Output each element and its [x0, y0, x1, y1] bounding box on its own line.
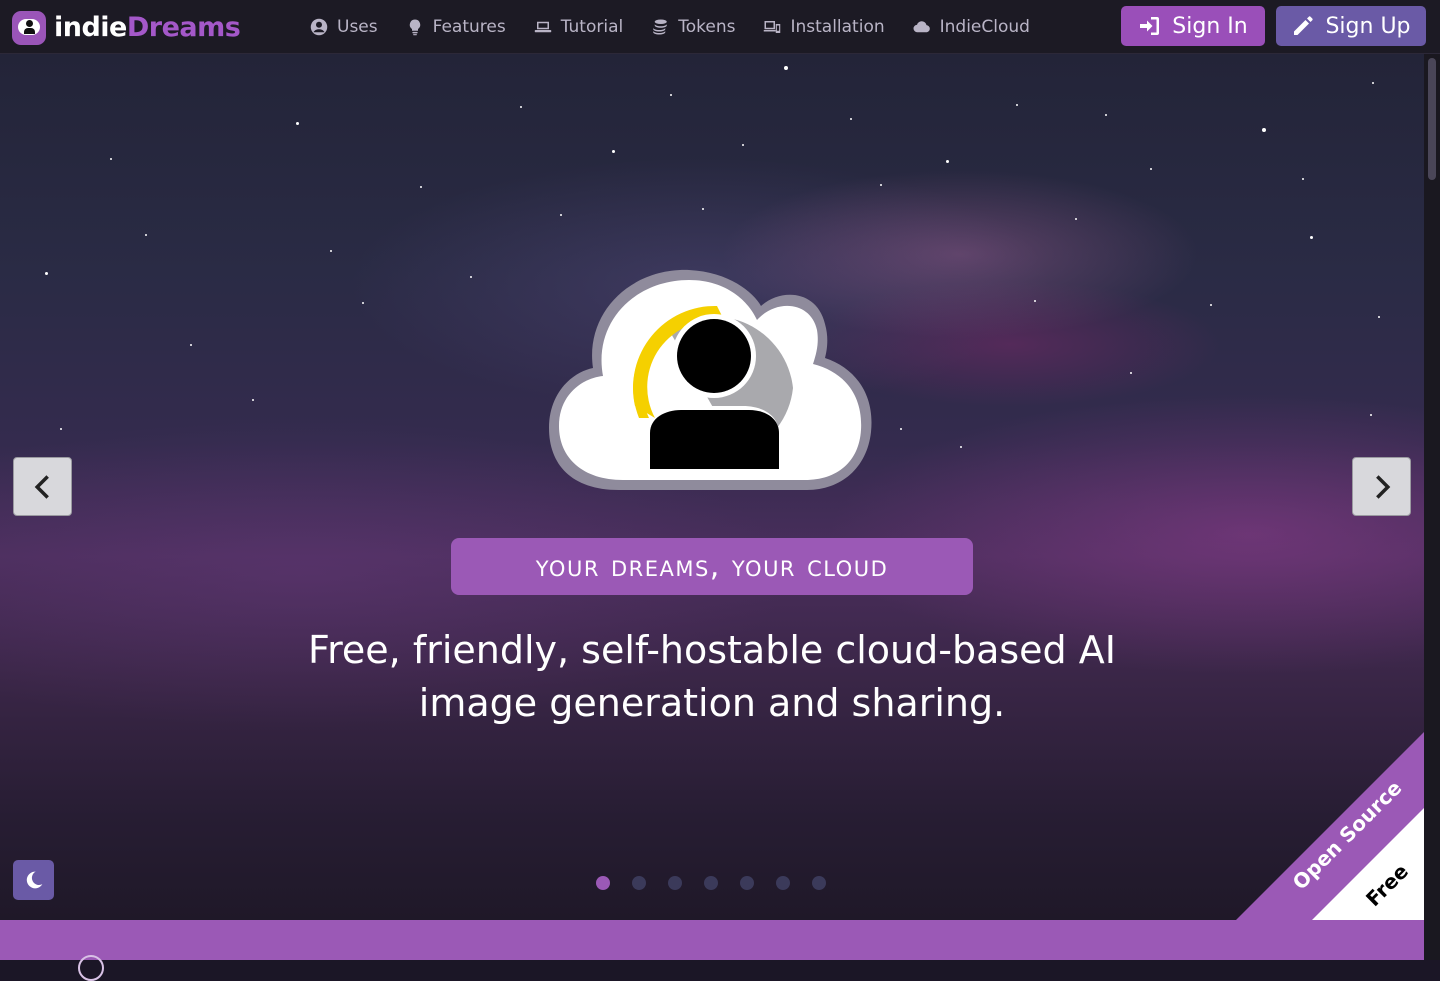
- carousel-dot[interactable]: [776, 876, 790, 890]
- carousel-dot[interactable]: [632, 876, 646, 890]
- carousel-dot[interactable]: [704, 876, 718, 890]
- nav-item-installation[interactable]: Installation: [763, 17, 885, 37]
- moon-icon: [26, 871, 42, 889]
- nav-item-label: Uses: [337, 17, 378, 37]
- carousel-next-button[interactable]: [1352, 457, 1411, 516]
- carousel-dot[interactable]: [596, 876, 610, 890]
- hero-tagline: Your Dreams, Your Cloud: [451, 538, 973, 595]
- sign-in-label: Sign In: [1172, 13, 1248, 39]
- brand-logo[interactable]: indieDreams: [12, 8, 241, 48]
- nav-item-label: Features: [432, 17, 506, 37]
- carousel-prev-button[interactable]: [13, 457, 72, 516]
- section-icon: [78, 955, 104, 981]
- sign-up-button[interactable]: Sign Up: [1276, 6, 1426, 46]
- lightbulb-icon: [406, 18, 424, 36]
- laptop-icon: [534, 18, 552, 36]
- brand-name-part2: Dreams: [126, 12, 241, 43]
- nav-item-label: Installation: [790, 17, 885, 37]
- sign-in-icon: [1140, 17, 1160, 35]
- brand-name-part1: indie: [54, 12, 127, 43]
- nav-links: Uses Features Tutorial Tokens Installati…: [310, 0, 1058, 54]
- carousel-dot[interactable]: [740, 876, 754, 890]
- hero-description: Free, friendly, self-hostable cloud-base…: [308, 628, 1116, 725]
- scrollbar-thumb[interactable]: [1428, 58, 1436, 180]
- carousel-indicators: [596, 876, 848, 890]
- open-source-ribbon: Open Source Free: [1236, 732, 1424, 920]
- nav-item-features[interactable]: Features: [406, 17, 506, 37]
- devices-icon: [763, 18, 781, 36]
- nav-item-label: Tokens: [678, 17, 736, 37]
- nav-item-label: IndieCloud: [939, 17, 1030, 37]
- nav-item-uses[interactable]: Uses: [310, 17, 378, 37]
- logo-icon: [12, 11, 46, 45]
- page-scrollbar[interactable]: [1424, 54, 1440, 960]
- brand-name: indieDreams: [54, 8, 241, 48]
- user-circle-icon: [310, 18, 328, 36]
- nav-item-tokens[interactable]: Tokens: [651, 17, 735, 37]
- dark-mode-toggle[interactable]: [13, 860, 54, 900]
- chevron-left-icon: [34, 474, 49, 499]
- carousel-dot[interactable]: [812, 876, 826, 890]
- chevron-right-icon: [1375, 474, 1390, 499]
- sign-up-label: Sign Up: [1325, 13, 1411, 39]
- nav-item-indiecloud[interactable]: IndieCloud: [913, 17, 1030, 37]
- carousel-dot[interactable]: [668, 876, 682, 890]
- indie-dreams-hero-logo: [549, 269, 872, 490]
- nav-item-label: Tutorial: [560, 17, 624, 37]
- top-navbar: indieDreams Uses Features Tutorial Token…: [0, 0, 1440, 54]
- nav-item-tutorial[interactable]: Tutorial: [534, 17, 624, 37]
- sign-in-button[interactable]: Sign In: [1121, 6, 1265, 46]
- pencil-icon: [1294, 16, 1314, 35]
- section-band: [0, 920, 1424, 960]
- coins-icon: [651, 18, 669, 36]
- cloud-icon: [913, 18, 931, 36]
- hero-carousel: Your Dreams, Your Cloud Free, friendly, …: [0, 54, 1424, 920]
